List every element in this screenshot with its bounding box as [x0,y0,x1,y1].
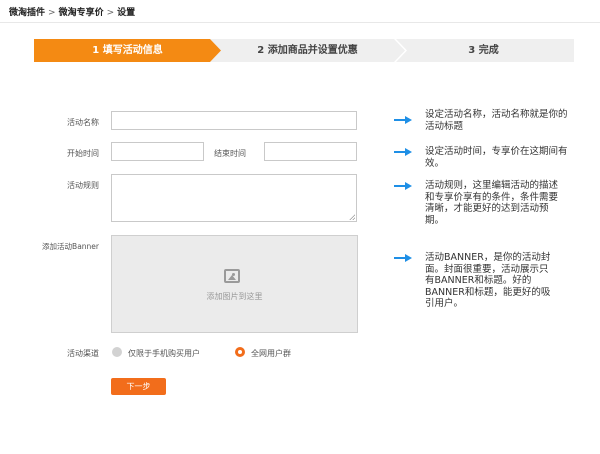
header-divider [0,22,600,23]
start-time-input[interactable] [111,142,204,161]
activity-rules-label: 活动规则 [67,181,99,190]
activity-rules-textarea[interactable] [111,174,357,222]
radio-all-users-label[interactable]: 全网用户群 [251,348,291,359]
banner-upload-hint: 添加图片到这里 [206,292,263,301]
activity-name-input[interactable] [111,111,357,130]
next-step-button[interactable]: 下一步 [111,378,166,395]
breadcrumb-separator: > [48,8,56,18]
resize-handle-icon[interactable] [349,214,355,220]
arrow-right-icon [394,182,412,190]
channel-label: 活动渠道 [67,349,99,358]
breadcrumb-item-exclusive-price[interactable]: 微淘专享价 [59,5,104,18]
help-activity-time: 设定活动时间，专享价在这期间有效。 [425,146,568,169]
step-progress: 1 填写活动信息 2 添加商品并设置优惠 3 完成 [34,39,574,62]
radio-all-users[interactable] [235,347,245,357]
radio-mobile-only-label[interactable]: 仅限于手机购买用户 [128,348,200,359]
end-time-label: 结束时间 [214,149,246,158]
step-complete: 3 完成 [393,39,574,62]
image-icon [224,269,240,283]
step-fill-info: 1 填写活动信息 [34,39,221,62]
breadcrumb-separator: > [106,8,115,18]
end-time-input[interactable] [264,142,357,161]
help-activity-name: 设定活动名称，活动名称就是你的活动标题 [425,109,568,132]
activity-name-label: 活动名称 [67,118,99,127]
arrow-right-icon [394,116,412,124]
step-add-products: 2 添加商品并设置优惠 [210,39,405,62]
help-activity-rules: 活动规则，这里编辑活动的描述和专享价享有的条件，条件需要清晰，才能更好的达到活动… [425,180,559,226]
breadcrumb-item-settings: 设置 [117,8,136,18]
breadcrumb-item-plugin[interactable]: 微淘插件 [9,5,45,18]
banner-upload-area[interactable]: 添加图片到这里 [111,235,358,333]
radio-mobile-only[interactable] [112,347,122,357]
help-banner: 活动BANNER，是你的活动封面。封面很重要，活动展示只有BANNER和标题。好… [425,252,551,309]
arrow-right-icon [394,254,412,262]
image-icon-sun [232,273,235,276]
breadcrumb: 微淘插件 > 微淘专享价 > 设置 [9,5,135,18]
start-time-label: 开始时间 [67,149,99,158]
arrow-right-icon [394,148,412,156]
banner-label: 添加活动Banner [42,242,99,251]
